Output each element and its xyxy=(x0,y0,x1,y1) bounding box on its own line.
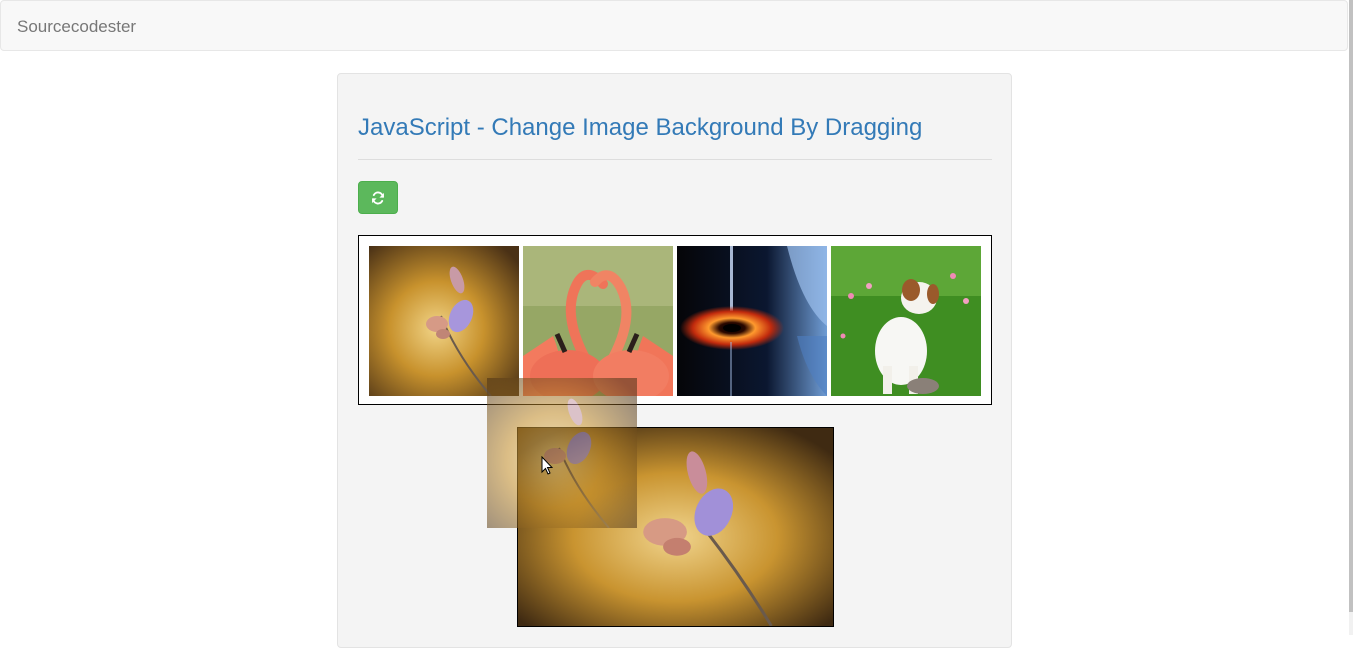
navbar: Sourcecodester xyxy=(0,0,1348,51)
gallery-image-flamingos[interactable] xyxy=(523,246,673,396)
gallery-image-butterfly[interactable] xyxy=(369,246,519,396)
refresh-icon xyxy=(372,191,384,204)
scrollbar-thumb[interactable] xyxy=(1349,0,1353,612)
navbar-brand[interactable]: Sourcecodester xyxy=(17,17,136,37)
dragged-image-ghost xyxy=(487,378,637,528)
image-gallery xyxy=(358,235,992,405)
content-panel: JavaScript - Change Image Background By … xyxy=(337,73,1012,648)
page-scrollbar[interactable] xyxy=(1349,0,1353,635)
page-title: JavaScript - Change Image Background By … xyxy=(358,114,923,141)
refresh-button[interactable] xyxy=(358,181,398,214)
gallery-image-black-hole[interactable] xyxy=(677,246,827,396)
gallery-image-puppy[interactable] xyxy=(831,246,981,396)
title-divider xyxy=(358,159,992,160)
mouse-cursor-icon xyxy=(541,456,553,475)
